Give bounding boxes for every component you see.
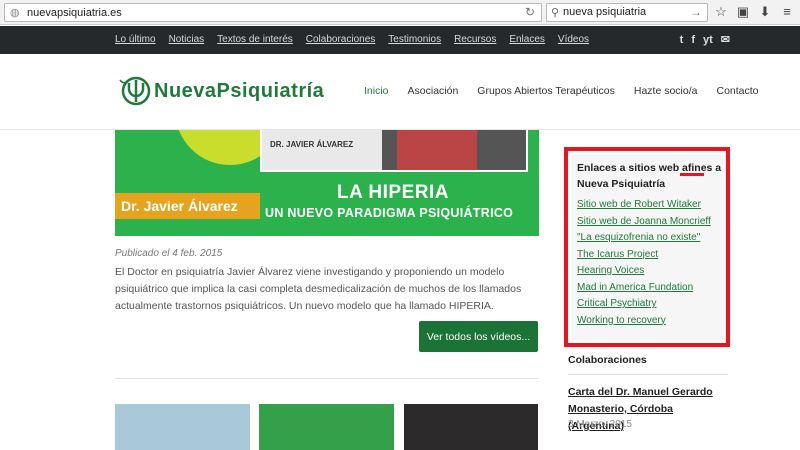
mail-icon[interactable]: ✉ [721,33,730,47]
facebook-icon[interactable]: f [691,33,695,47]
list-item: The Icarus Project [577,247,711,264]
address-bar[interactable]: ◍ nuevapsiquiatria.es ↻ [4,3,542,22]
logo-text: NuevaPsiquiatría [154,79,325,102]
link-joanna-moncrieff[interactable]: Sitio web de Joanna Moncrieff [577,216,711,227]
top-nav-colaboraciones[interactable]: Colaboraciones [306,33,376,47]
hero-photo: DR. JAVIER ÁLVAREZ [260,130,528,172]
globe-icon: ◍ [10,7,20,19]
related-sites-title: Enlaces a sitios web afines a Nueva Psiq… [577,162,722,190]
address-url[interactable]: nuevapsiquiatria.es [27,6,122,20]
video-thumbnail-3[interactable] [404,404,538,450]
search-go-icon[interactable]: → [690,5,702,19]
top-nav-recursos[interactable]: Recursos [454,33,496,47]
colaboraciones-heading: Colaboraciones [568,354,647,366]
link-critical-psychiatry[interactable]: Critical Psychiatry [577,298,656,309]
twitter-icon[interactable]: t [680,33,684,47]
reload-icon[interactable]: ↻ [525,5,535,19]
star-icon[interactable]: ☆ [713,4,729,20]
link-mad-in-america[interactable]: Mad in America Fundation [577,282,693,293]
list-item: Critical Psychiatry [577,296,711,313]
download-icon[interactable]: ⬇ [757,4,773,20]
top-nav-noticias[interactable]: Noticias [169,33,205,47]
hero-nameplate: DR. JAVIER ÁLVAREZ [262,130,382,170]
hero-nameplate-text: DR. JAVIER ÁLVAREZ [270,140,354,149]
post-date: Publicado el 4 feb. 2015 [115,248,223,259]
browser-toolbar: ◍ nuevapsiquiatria.es ↻ ⚲ → ☆ ▣ ⬇ ≡ [0,0,800,25]
colaboracion-date: 3 Marzo. 2015 [568,419,632,430]
list-item: Sitio web de Robert Witaker [577,197,711,214]
top-nav-bar: Lo último Noticias Textos de interés Col… [0,26,800,54]
youtube-icon[interactable]: yt [703,33,713,47]
list-item: "La esquizofrenia no existe" [577,230,711,247]
browser-search-input[interactable] [563,6,683,18]
list-item: Sitio web de Joanna Moncrieff [577,214,711,231]
search-icon: ⚲ [551,7,560,19]
link-working-to-recovery[interactable]: Working to recovery [577,315,666,326]
top-nav-testimonios[interactable]: Testimonios [388,33,441,47]
link-esquizofrenia[interactable]: "La esquizofrenia no existe" [577,232,700,243]
hero-title: LA HIPERIA [337,182,449,203]
browser-search-box[interactable]: ⚲ → [546,3,708,22]
list-item: Working to recovery [577,313,711,330]
top-nav-enlaces[interactable]: Enlaces [509,33,545,47]
nav-contacto[interactable]: Contacto [716,85,758,97]
nav-inicio[interactable]: Inicio [364,85,389,97]
sidebar-divider [568,374,728,375]
link-icarus-project[interactable]: The Icarus Project [577,249,658,260]
link-robert-witaker[interactable]: Sitio web de Robert Witaker [577,199,701,210]
social-links: t f yt ✉ [672,33,730,47]
post-excerpt: El Doctor en psiquiatría Javier Álvarez … [115,266,522,312]
hero-name: Dr. Javier Álvarez [121,198,238,214]
hero-photo-person [397,130,477,170]
site-header: NuevaPsiquiatría Inicio Asociación Grupo… [0,54,800,130]
video-thumbnail-2[interactable] [259,404,394,450]
hero-name-bar: Dr. Javier Álvarez [115,193,260,219]
top-nav-lo-ultimo[interactable]: Lo último [115,33,156,47]
nav-hazte-socio[interactable]: Hazte socio/a [634,85,698,97]
bookmarks-icon[interactable]: ▣ [735,4,751,20]
top-nav-videos[interactable]: Vídeos [558,33,589,47]
top-nav-links: Lo último Noticias Textos de interés Col… [115,33,602,47]
link-hearing-voices[interactable]: Hearing Voices [577,265,644,276]
hero-banner[interactable]: DR. JAVIER ÁLVAREZ Dr. Javier Álvarez LA… [115,130,539,236]
related-sites-list: Sitio web de Robert Witaker Sitio web de… [577,197,711,329]
list-item: Hearing Voices [577,263,711,280]
main-nav: Inicio Asociación Grupos Abiertos Terapé… [364,85,778,97]
nav-asociacion[interactable]: Asociación [408,85,459,97]
view-all-videos-button[interactable]: Ver todos los vídeos... [419,321,538,352]
site-logo[interactable]: NuevaPsiquiatría [118,74,324,108]
list-item: Mad in America Fundation [577,280,711,297]
hero-subtitle: UN NUEVO PARADIGMA PSIQUIÁTRICO [265,206,514,220]
psi-logo-icon [118,74,152,108]
content-divider [115,378,539,379]
nav-grupos[interactable]: Grupos Abiertos Terapéuticos [477,85,615,97]
highlight-underline [680,173,704,176]
menu-icon[interactable]: ≡ [779,4,795,20]
top-nav-textos[interactable]: Textos de interés [217,33,293,47]
related-sites-box: Enlaces a sitios web afines a Nueva Psiq… [564,147,730,347]
video-thumbnail-1[interactable] [115,404,250,450]
